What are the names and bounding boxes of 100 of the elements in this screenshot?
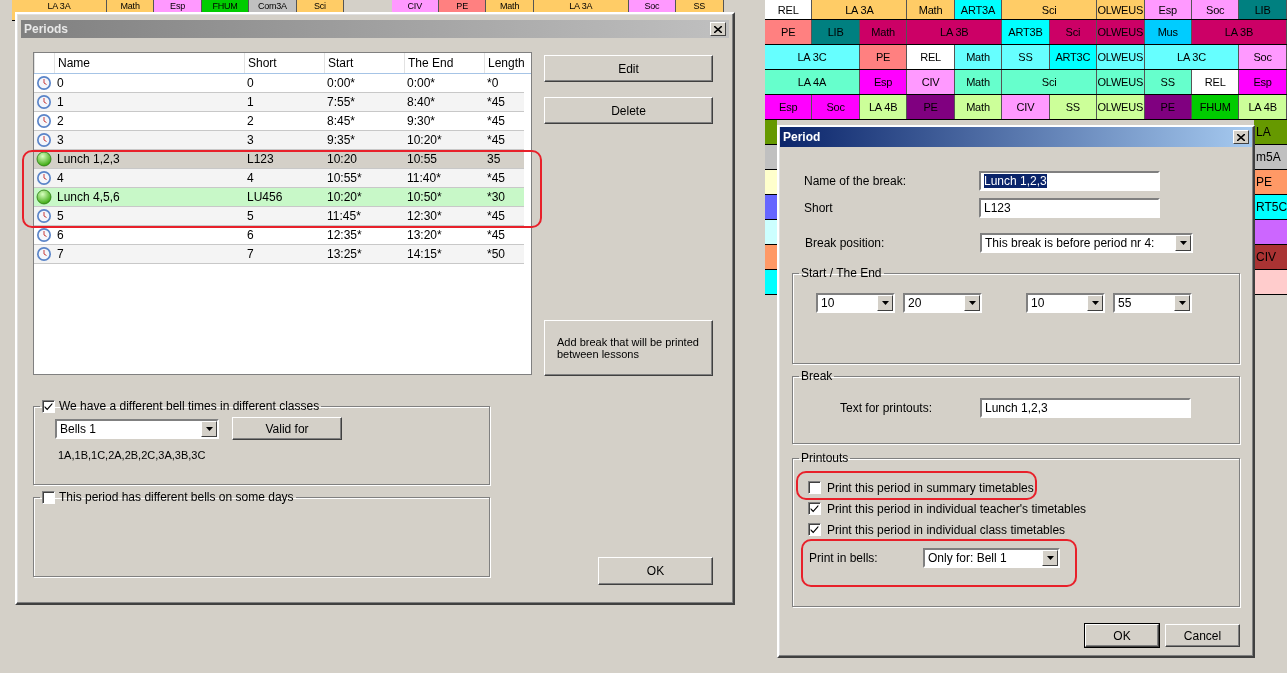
checkbox-label: Print this period in individual teacher's timetables: [827, 501, 1087, 516]
table-cell-text: 9:35*: [326, 133, 357, 147]
field-label: Name of the break:: [803, 173, 908, 188]
table-cell-text: 0: [246, 76, 255, 90]
timetable-cell: Esp: [1239, 70, 1287, 94]
timetable-cell: PE: [1254, 170, 1287, 194]
table-cell-text: *30: [486, 190, 507, 204]
close-icon[interactable]: [1237, 133, 1245, 141]
timetable-cell: LA 4B: [1239, 95, 1287, 119]
table-cell-text: 2: [56, 114, 65, 128]
time-dropdown[interactable]: 55: [1113, 293, 1192, 313]
column-header[interactable]: Short: [244, 53, 324, 73]
period-row[interactable]: 1 1 7:55* 8:40* *45: [34, 93, 524, 112]
timetable-cell: REL: [1191, 70, 1240, 94]
cancel-button[interactable]: Cancel: [1165, 624, 1240, 647]
table-cell-text: L123: [246, 152, 275, 166]
column-header[interactable]: Start: [324, 53, 404, 73]
printout-text-field[interactable]: Lunch 1,2,3: [980, 397, 1191, 418]
timetable-cell: ART3C: [1049, 45, 1098, 69]
checkbox[interactable]: [42, 399, 55, 413]
timetable-cell: CIV: [1002, 95, 1050, 119]
delete-button[interactable]: Delete: [544, 97, 713, 124]
table-cell-text: 7: [56, 247, 65, 261]
timetable-cell: LA 3B: [1191, 20, 1287, 44]
table-cell-text: *45: [486, 209, 507, 223]
timetable-cell: PE: [765, 20, 813, 44]
table-cell-text: 1: [56, 95, 65, 109]
ok-button[interactable]: OK: [1085, 624, 1159, 647]
close-button[interactable]: [1233, 130, 1249, 144]
close-icon[interactable]: [714, 25, 722, 33]
table-cell-text: 14:15*: [406, 247, 443, 261]
table-cell-text: 5: [56, 209, 65, 223]
timetable-cell: LA 3C: [1144, 45, 1240, 69]
timetable-cell: Mus: [1144, 20, 1192, 44]
timetable-cell: RT5C: [1254, 195, 1287, 219]
table-cell-text: 10:50*: [406, 190, 443, 204]
time-dropdown[interactable]: 20: [903, 293, 982, 313]
table-cell-text: 10:55: [406, 152, 439, 166]
period-row[interactable]: Lunch 4,5,6 LU456 10:20* 10:50* *30: [34, 188, 524, 207]
position-dropdown[interactable]: This break is before period nr 4:: [980, 232, 1193, 253]
period-row[interactable]: 4 4 10:55* 11:40* *45: [34, 169, 524, 188]
column-header[interactable]: Name: [54, 53, 244, 73]
clock-icon: [36, 94, 52, 110]
timetable-cell: PE: [859, 45, 908, 69]
timetable-cell: Esp: [1144, 0, 1192, 19]
table-cell-text: *45: [486, 228, 507, 242]
valid-for-button[interactable]: Valid for: [232, 417, 342, 440]
period-row[interactable]: 3 3 9:35* 10:20* *45: [34, 131, 524, 150]
timetable-cell: Sci: [1002, 70, 1098, 94]
checkbox[interactable]: [808, 523, 821, 536]
clock-icon: [36, 208, 52, 224]
checkbox[interactable]: [808, 502, 821, 515]
table-cell-text: 10:20: [326, 152, 359, 166]
table-cell-text: Lunch 4,5,6: [56, 190, 121, 204]
add-break-button[interactable]: Add break that will be printed between lessons: [544, 320, 713, 376]
close-button[interactable]: [710, 22, 726, 36]
period-row[interactable]: 7 7 13:25* 14:15* *50: [34, 245, 524, 264]
checkbox[interactable]: [808, 481, 821, 494]
ball-icon: [36, 189, 52, 205]
print-bells-dropdown[interactable]: Only for: Bell 1: [923, 548, 1060, 568]
timetable-cell: SS: [1049, 95, 1098, 119]
table-cell-text: *45: [486, 171, 507, 185]
table-cell-text: 5: [246, 209, 255, 223]
period-row[interactable]: 5 5 11:45* 12:30* *45: [34, 207, 524, 226]
period-row[interactable]: 0 0 0:00* 0:00* *0: [34, 74, 524, 93]
timetable-cell: LIB: [1239, 0, 1287, 19]
clock-icon: [36, 75, 52, 91]
column-header[interactable]: Length: [484, 53, 524, 73]
ok-button[interactable]: OK: [598, 557, 713, 585]
group-label: Printouts: [801, 451, 849, 465]
table-cell-text: *50: [486, 247, 507, 261]
timetable-cell: LA 3B: [907, 20, 1003, 44]
time-dropdown[interactable]: 10: [1026, 293, 1105, 313]
checkbox[interactable]: [42, 490, 55, 504]
timetable-cell: OLWEUS: [1097, 70, 1145, 94]
timetable-cell: OLWEUS: [1097, 0, 1145, 19]
timetable-cell: SS: [1144, 70, 1192, 94]
short-field[interactable]: L123: [979, 197, 1160, 218]
time-dropdown[interactable]: 10: [816, 293, 895, 313]
clock-icon: [36, 113, 52, 129]
timetable-cell: OLWEUS: [1097, 45, 1145, 69]
table-cell-text: 0:00*: [326, 76, 357, 90]
clock-icon: [36, 227, 52, 243]
table-cell-text: LU456: [246, 190, 284, 204]
field-label: Text for printouts:: [839, 400, 934, 415]
timetable-cell: OLWEUS: [1097, 95, 1145, 119]
column-header[interactable]: The End: [404, 53, 484, 73]
period-row[interactable]: 2 2 8:45* 9:30* *45: [34, 112, 524, 131]
timetable-cell: Soc: [1239, 45, 1287, 69]
table-cell-text: 6: [246, 228, 255, 242]
timetable-cell: LA 3A: [812, 0, 908, 19]
checkbox-label: Print this period in individual class timetables: [827, 522, 1066, 537]
table-cell-text: 10:20*: [406, 133, 443, 147]
name-field[interactable]: Lunch 1,2,3: [979, 170, 1160, 191]
timetable-cell: Math: [907, 0, 955, 19]
table-cell-text: 13:25*: [326, 247, 363, 261]
bells-dropdown[interactable]: Bells 1: [55, 418, 219, 439]
edit-button[interactable]: Edit: [544, 55, 713, 82]
table-cell-text: 0:00*: [406, 76, 437, 90]
field-label: Short: [803, 200, 834, 215]
